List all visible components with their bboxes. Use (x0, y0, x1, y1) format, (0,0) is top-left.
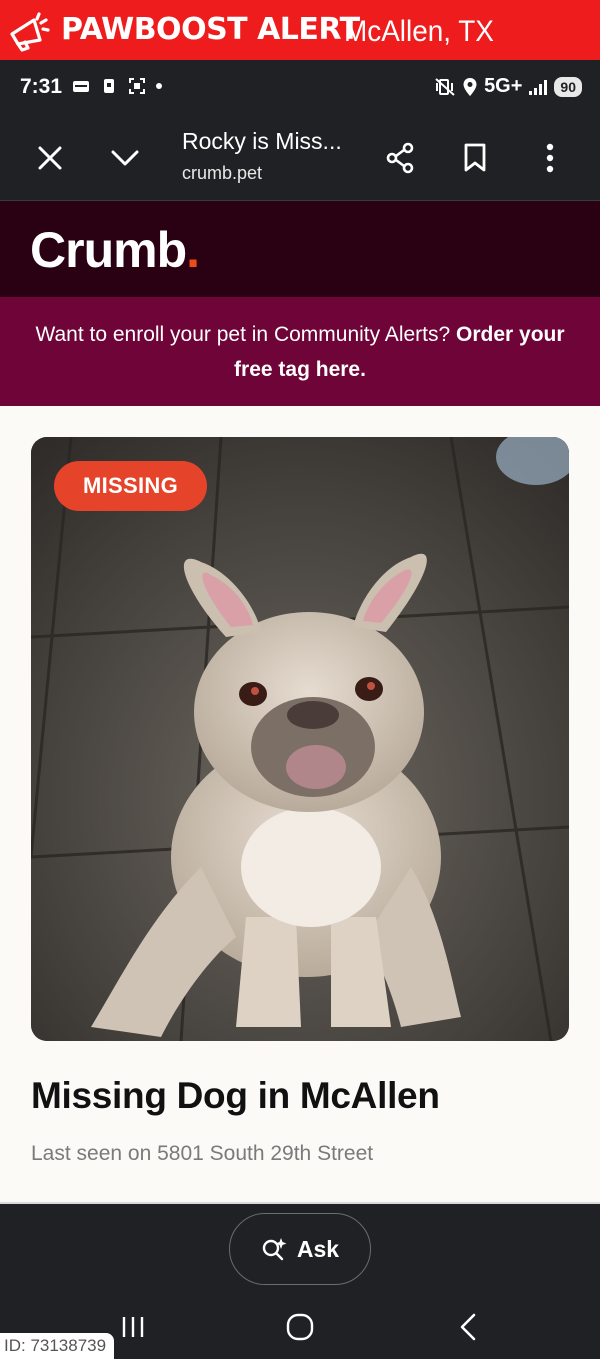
pawboost-banner: PAWBOOST ALERT McAllen, TX (0, 0, 600, 60)
page-url: crumb.pet (182, 163, 263, 183)
dog-photo-image (31, 437, 569, 1041)
page-title: Rocky is Miss... (182, 128, 342, 154)
ask-label: Ask (296, 1235, 340, 1262)
location-icon (463, 77, 477, 96)
pet-photo: MISSING (31, 437, 569, 1041)
recent-apps-button[interactable] (113, 1307, 153, 1347)
more-vertical-icon (546, 143, 554, 173)
signal-icon (529, 79, 548, 95)
network-type: 5G+ (484, 75, 523, 97)
share-button[interactable] (380, 138, 420, 178)
logo-text: Crumb (30, 222, 187, 278)
back-icon (460, 1313, 476, 1341)
more-options-button[interactable] (530, 138, 570, 178)
minimize-button[interactable] (105, 138, 145, 178)
more-notifications-dot (156, 83, 162, 89)
recent-apps-icon (122, 1317, 144, 1337)
wallet-icon (73, 81, 89, 92)
close-icon (38, 146, 62, 170)
last-seen-text: Last seen on 5801 South 29th Street (31, 1142, 374, 1165)
megaphone-icon (10, 12, 50, 52)
system-icons: 5G+ 90 (434, 75, 582, 98)
chevron-down-icon (111, 150, 139, 166)
bookmark-icon (464, 143, 486, 172)
notification-icons (72, 77, 162, 95)
crumb-logo[interactable]: Crumb. (30, 221, 200, 279)
banner-location: McAllen, TX (344, 15, 494, 48)
home-icon (286, 1313, 314, 1341)
home-button[interactable] (280, 1307, 320, 1347)
share-icon (386, 142, 414, 174)
assistant-bar: Ask (0, 1202, 600, 1297)
status-time: 7:31 (20, 75, 63, 98)
ai-search-icon (262, 1238, 287, 1261)
post-id-label: ID: 73138739 (0, 1333, 114, 1359)
banner-title: PAWBOOST ALERT (61, 12, 360, 47)
device-icon (104, 79, 114, 93)
post-headline: Missing Dog in McAllen (31, 1075, 440, 1116)
back-button[interactable] (448, 1307, 488, 1347)
browser-toolbar: Rocky is Miss... crumb.pet (0, 116, 600, 201)
status-bar: 7:31 5G+ 90 (0, 60, 600, 116)
screen: PAWBOOST ALERT McAllen, TX 7:31 5G+ 90 R… (0, 0, 600, 1359)
screenshot-icon (129, 78, 145, 94)
vibrate-mute-icon (435, 77, 455, 96)
bookmark-button[interactable] (455, 138, 495, 178)
enroll-banner: Want to enroll your pet in Community Ale… (0, 297, 600, 406)
logo-dot: . (186, 222, 200, 278)
status-badge: MISSING (54, 461, 207, 511)
ask-button[interactable]: Ask (229, 1213, 371, 1285)
enroll-text: Want to enroll your pet in Community Ale… (35, 323, 457, 346)
close-button[interactable] (30, 138, 70, 178)
battery-level: 90 (554, 76, 582, 97)
site-header: Crumb. (0, 201, 600, 297)
